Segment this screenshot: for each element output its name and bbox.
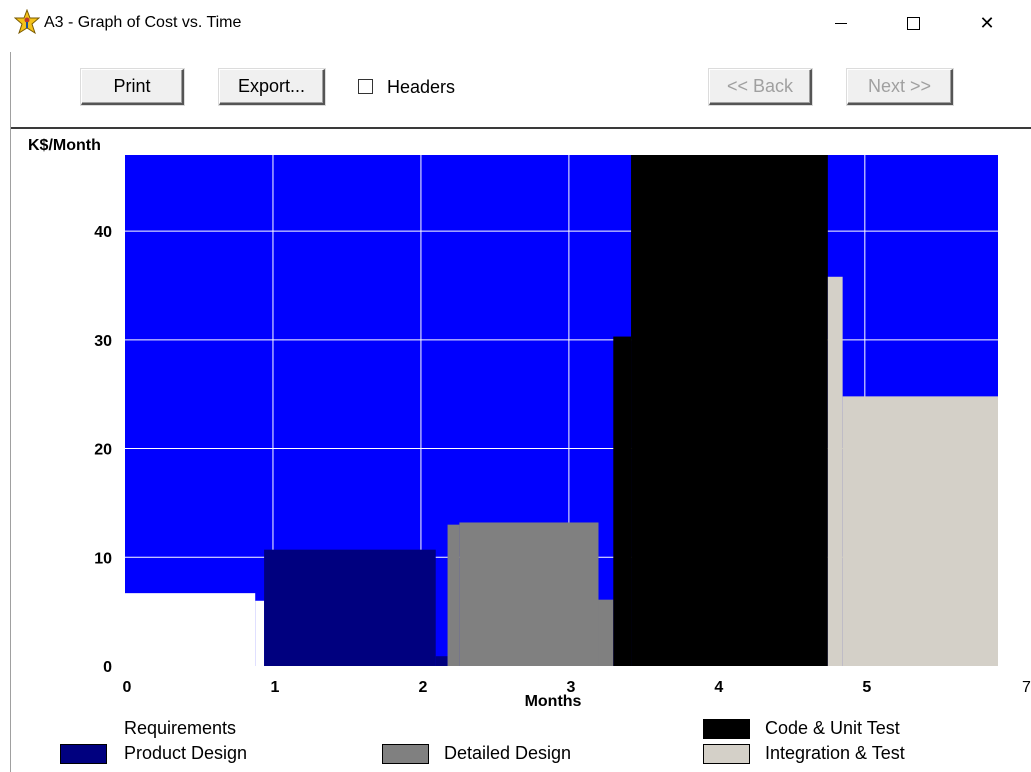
- legend-label: Product Design: [124, 743, 248, 763]
- y-tick-label: 20: [94, 442, 112, 459]
- legend-swatch: [60, 744, 107, 764]
- legend-label: Code & Unit Test: [765, 718, 900, 738]
- requirements-bar: [255, 600, 265, 666]
- legend-label: Detailed Design: [444, 743, 572, 763]
- legend-swatch: [703, 719, 750, 739]
- detailed-design-bar: [459, 522, 599, 666]
- y-axis-label: K$/Month: [28, 137, 101, 154]
- x-tick-label: 2: [418, 679, 427, 696]
- x-axis-label: Months: [525, 693, 582, 710]
- integration-test-bar: [842, 396, 998, 666]
- cost-time-chart: 0 1 2 3 4 5010203040K$/MonthMonths7: [28, 137, 1031, 710]
- detailed-design-bar: [598, 599, 614, 666]
- y-tick-label: 10: [94, 550, 112, 567]
- y-tick-label: 0: [103, 659, 112, 676]
- y-tick-label: 30: [94, 333, 112, 350]
- x-tick-label: 5: [862, 679, 871, 696]
- code-unit-test-bar: [631, 155, 828, 666]
- code-unit-test-bar: [613, 336, 632, 666]
- legend-label: Requirements: [124, 718, 237, 738]
- legend-swatch: [703, 744, 750, 764]
- requirements-bar: [125, 593, 256, 666]
- detailed-design-bar: [447, 524, 460, 666]
- x-tick-label: 4: [714, 679, 723, 696]
- integration-test-bar: [827, 276, 843, 666]
- legend-swatch: [382, 744, 429, 764]
- product-design-bar: [435, 656, 448, 666]
- x-tick-label: 1: [271, 679, 280, 696]
- stray-label: 7: [1022, 679, 1031, 696]
- x-tick-label: 0: [123, 679, 132, 696]
- product-design-bar: [264, 549, 436, 666]
- y-tick-label: 40: [94, 224, 112, 241]
- legend-label: Integration & Test: [765, 743, 905, 763]
- legend-swatch: [60, 719, 107, 739]
